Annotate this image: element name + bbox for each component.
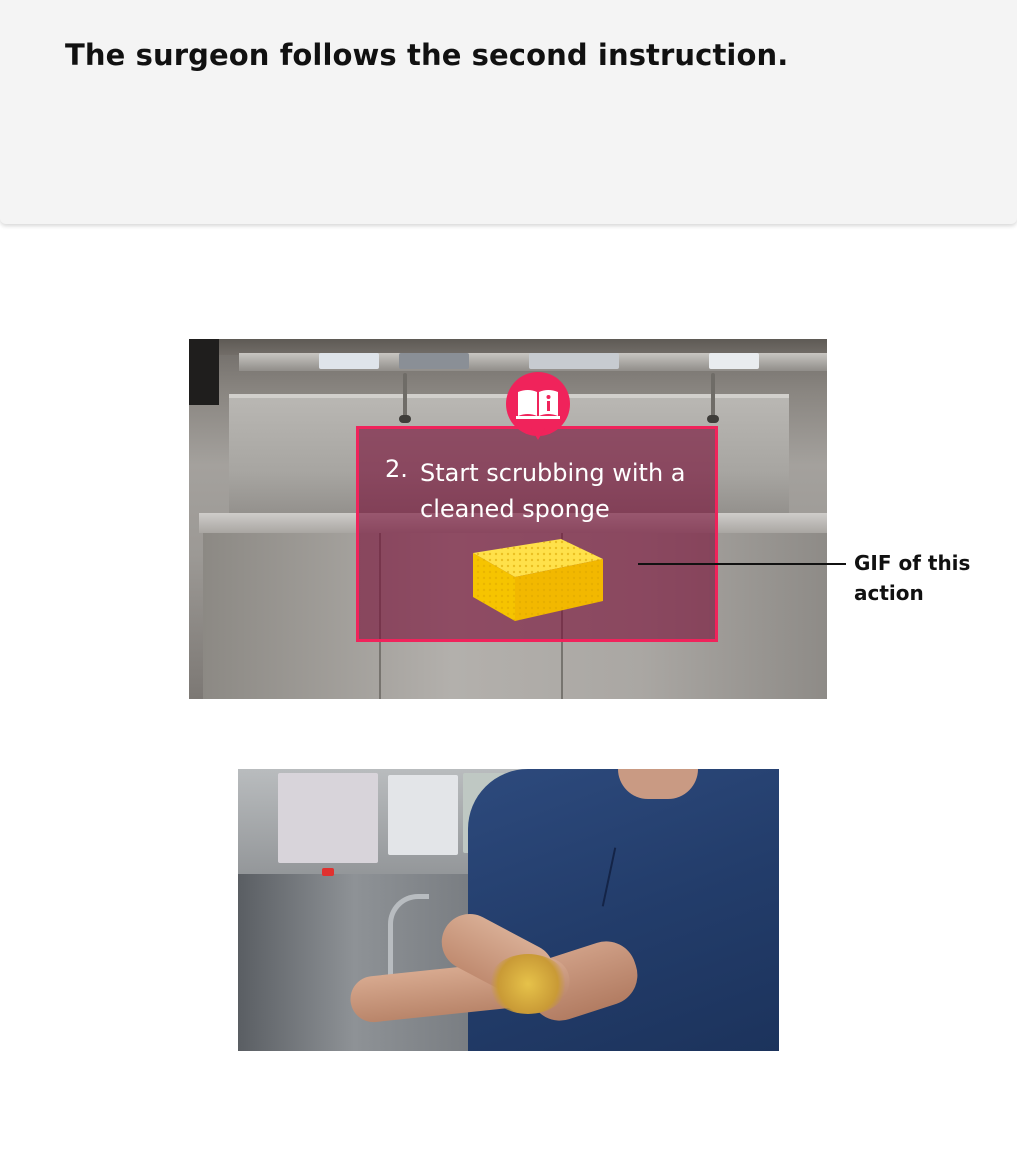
faucet (711, 373, 715, 417)
header-title: The surgeon follows the second instructi… (65, 38, 789, 72)
scrub-foam (488, 954, 568, 1014)
faucet-head (707, 415, 719, 423)
supply-box (399, 353, 469, 369)
sink-scene-image: 2. Start scrubbing with a cleaned sponge (189, 339, 827, 699)
book-info-icon (516, 390, 560, 419)
instruction-text: Start scrubbing with a cleaned sponge (420, 459, 686, 523)
header-card: The surgeon follows the second instructi… (0, 0, 1017, 224)
sponge-gif (473, 539, 603, 621)
supply-box (319, 353, 379, 369)
supply-box (709, 353, 759, 369)
faucet-head (399, 415, 411, 423)
instruction-card: 2. Start scrubbing with a cleaned sponge (356, 426, 718, 642)
scrubbing-photo (238, 769, 779, 1051)
wall-panel (189, 339, 219, 405)
instruction-pin (506, 372, 570, 440)
faucet (403, 373, 407, 417)
callout-label: GIF of this action (854, 551, 971, 605)
indicator-light (322, 868, 334, 876)
callout-line (638, 563, 846, 565)
instruction-number: 2. (385, 455, 408, 483)
mask-box (278, 773, 378, 863)
supply-box (388, 775, 458, 855)
supply-box (529, 353, 619, 369)
supply-shelf (239, 353, 827, 371)
figure-page: The surgeon follows the second instructi… (0, 0, 1017, 1153)
